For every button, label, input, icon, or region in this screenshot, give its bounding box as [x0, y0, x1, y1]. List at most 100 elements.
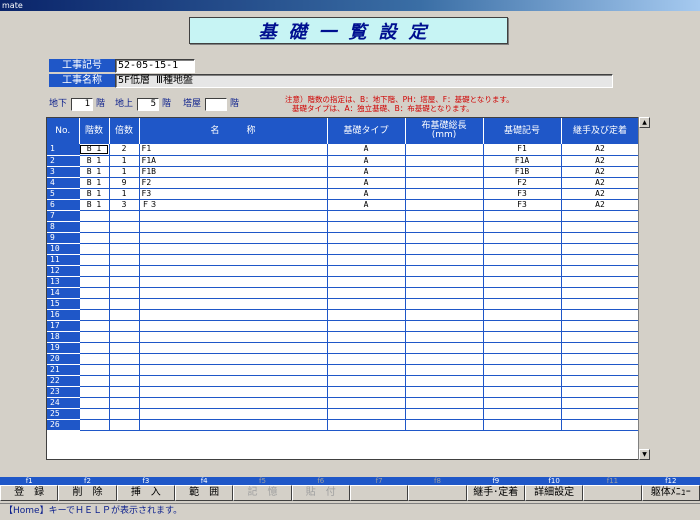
- table-cell[interactable]: A2: [561, 199, 640, 211]
- table-cell[interactable]: [483, 287, 562, 299]
- table-cell[interactable]: 2: [109, 144, 140, 156]
- table-cell[interactable]: [483, 353, 562, 365]
- table-cell[interactable]: [405, 254, 484, 266]
- table-cell[interactable]: [327, 320, 406, 332]
- fkey-f1-button[interactable]: f1 登 録: [0, 477, 59, 501]
- table-cell[interactable]: [109, 397, 140, 409]
- table-cell[interactable]: [405, 298, 484, 310]
- table-cell[interactable]: [327, 375, 406, 387]
- table-cell[interactable]: [327, 386, 406, 398]
- table-cell[interactable]: [405, 243, 484, 255]
- table-cell[interactable]: [109, 331, 140, 343]
- table-cell[interactable]: B 1: [79, 144, 110, 156]
- table-cell[interactable]: [79, 342, 110, 354]
- fkey-f10-button[interactable]: f10 詳細設定: [524, 477, 584, 501]
- table-cell[interactable]: [79, 276, 110, 288]
- table-cell[interactable]: [139, 386, 328, 398]
- foundation-grid[interactable]: No. 階数 倍数名 称基礎タイプ 布基礎総長 (mm) 基礎記号 継手及び定着 1B 1…: [46, 117, 650, 460]
- table-cell[interactable]: [483, 375, 562, 387]
- table-cell[interactable]: [109, 353, 140, 365]
- table-cell[interactable]: [405, 177, 484, 189]
- fkey-f2-button[interactable]: f2 削 除: [58, 477, 117, 501]
- table-cell[interactable]: [109, 375, 140, 387]
- table-cell[interactable]: [327, 397, 406, 409]
- table-cell[interactable]: [79, 210, 110, 222]
- table-cell[interactable]: A: [327, 144, 406, 156]
- table-cell[interactable]: [561, 254, 640, 266]
- table-cell[interactable]: [327, 331, 406, 343]
- table-cell[interactable]: [405, 232, 484, 244]
- table-cell[interactable]: [139, 287, 328, 299]
- table-cell[interactable]: [109, 364, 140, 376]
- table-cell[interactable]: [561, 309, 640, 321]
- table-cell[interactable]: 1: [109, 166, 140, 178]
- table-cell[interactable]: [79, 320, 110, 332]
- fkey-f12-button[interactable]: f12 躯体ﾒﾆｭｰ: [641, 477, 700, 501]
- table-cell[interactable]: [327, 408, 406, 420]
- table-cell[interactable]: [405, 276, 484, 288]
- table-cell[interactable]: A: [327, 199, 406, 211]
- table-cell[interactable]: [561, 210, 640, 222]
- table-cell[interactable]: [561, 265, 640, 277]
- fkey-f3-button[interactable]: f3 挿 入: [116, 477, 175, 501]
- table-cell[interactable]: [79, 375, 110, 387]
- table-cell[interactable]: F2: [483, 177, 562, 189]
- job-name-field[interactable]: 5F低層 Ⅲ種地盤: [115, 74, 613, 88]
- table-cell[interactable]: [109, 287, 140, 299]
- table-cell[interactable]: [79, 298, 110, 310]
- table-cell[interactable]: [483, 408, 562, 420]
- table-cell[interactable]: [405, 386, 484, 398]
- table-cell[interactable]: [139, 276, 328, 288]
- table-cell[interactable]: [483, 331, 562, 343]
- table-cell[interactable]: A2: [561, 166, 640, 178]
- table-cell[interactable]: [327, 276, 406, 288]
- table-scrollbar[interactable]: ▲ ▼: [638, 117, 650, 460]
- table-cell[interactable]: [327, 353, 406, 365]
- table-cell[interactable]: [79, 287, 110, 299]
- table-cell[interactable]: [405, 144, 484, 156]
- table-cell[interactable]: 9: [109, 177, 140, 189]
- table-cell[interactable]: F3: [483, 188, 562, 200]
- table-cell[interactable]: [139, 243, 328, 255]
- table-cell[interactable]: F2: [139, 177, 328, 189]
- table-cell[interactable]: [139, 397, 328, 409]
- job-record-field[interactable]: 52-05-15-1: [115, 59, 195, 73]
- table-cell[interactable]: F3: [483, 199, 562, 211]
- table-cell[interactable]: [405, 320, 484, 332]
- table-cell[interactable]: [483, 254, 562, 266]
- table-cell[interactable]: [139, 320, 328, 332]
- table-cell[interactable]: [483, 276, 562, 288]
- table-cell[interactable]: F1A: [139, 155, 328, 167]
- table-cell[interactable]: F1B: [139, 166, 328, 178]
- table-cell[interactable]: [327, 364, 406, 376]
- table-cell[interactable]: [109, 276, 140, 288]
- table-cell[interactable]: [79, 331, 110, 343]
- table-cell[interactable]: F3: [139, 188, 328, 200]
- table-cell[interactable]: [561, 342, 640, 354]
- table-cell[interactable]: F1: [483, 144, 562, 156]
- table-cell[interactable]: [405, 210, 484, 222]
- table-cell[interactable]: A2: [561, 155, 640, 167]
- table-cell[interactable]: [139, 265, 328, 277]
- table-cell[interactable]: F1A: [483, 155, 562, 167]
- table-cell[interactable]: [405, 375, 484, 387]
- table-cell[interactable]: [109, 309, 140, 321]
- table-cell[interactable]: [139, 309, 328, 321]
- table-cell[interactable]: Ｆ３: [139, 199, 328, 211]
- table-cell[interactable]: [405, 166, 484, 178]
- table-cell[interactable]: [561, 386, 640, 398]
- table-cell[interactable]: [327, 298, 406, 310]
- table-cell[interactable]: [483, 419, 562, 431]
- table-cell[interactable]: B 1: [79, 177, 110, 189]
- table-cell[interactable]: [109, 342, 140, 354]
- table-cell[interactable]: [79, 419, 110, 431]
- table-cell[interactable]: [561, 232, 640, 244]
- table-cell[interactable]: [483, 221, 562, 233]
- table-cell[interactable]: [405, 188, 484, 200]
- table-cell[interactable]: [561, 364, 640, 376]
- table-cell[interactable]: [327, 254, 406, 266]
- table-cell[interactable]: [483, 320, 562, 332]
- table-cell[interactable]: [483, 309, 562, 321]
- table-cell[interactable]: [483, 386, 562, 398]
- table-cell[interactable]: [139, 221, 328, 233]
